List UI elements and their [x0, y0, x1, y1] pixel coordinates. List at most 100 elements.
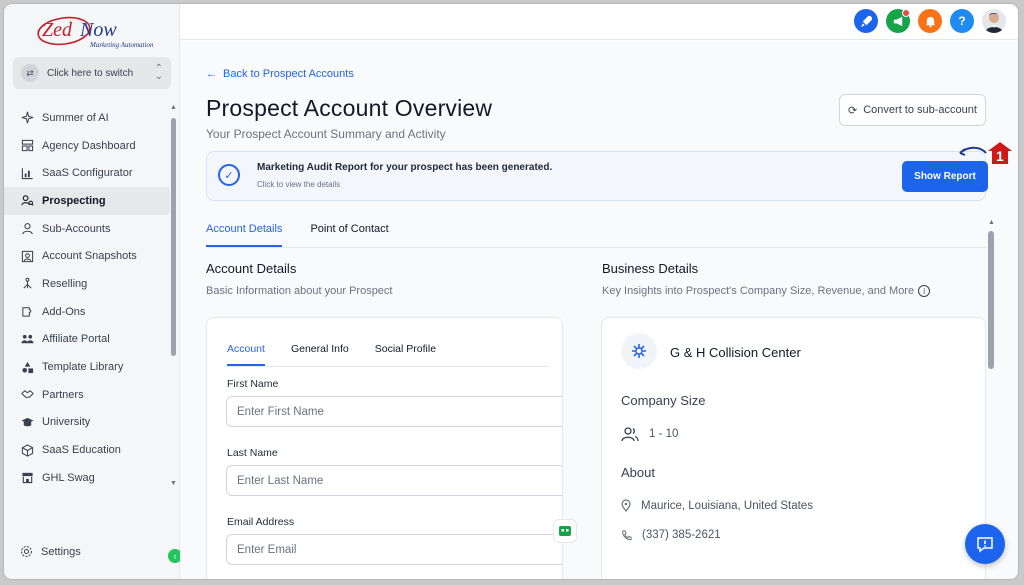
sidebar-item-label: GHL Swag — [42, 471, 95, 484]
arrow-left-icon: ← — [206, 68, 217, 80]
email-field[interactable] — [226, 534, 562, 565]
logo-text-zed: Zed — [42, 19, 73, 41]
reselling-icon — [20, 277, 34, 291]
main-scroll-thumb[interactable] — [988, 231, 994, 369]
settings-label: Settings — [41, 545, 81, 558]
chart-icon — [20, 166, 34, 180]
sidebar-item-label: Sub-Accounts — [42, 222, 111, 235]
business-details-subtitle: Key Insights into Prospect's Company Siz… — [602, 285, 915, 297]
sidebar-item-sub-accounts[interactable]: Sub-Accounts — [4, 215, 170, 243]
map-pin-icon — [621, 499, 631, 512]
sparkle-icon — [20, 111, 34, 125]
convert-to-sub-account-button[interactable]: ⟳ Convert to sub-account — [839, 94, 986, 126]
tab-account[interactable]: Account — [227, 343, 265, 366]
scroll-up-arrow-icon[interactable]: ▲ — [170, 104, 177, 111]
back-link[interactable]: ← Back to Prospect Accounts — [206, 68, 354, 80]
sidebar-item-label: Affiliate Portal — [42, 333, 110, 346]
snapshot-icon — [20, 249, 34, 263]
first-name-field[interactable] — [226, 396, 562, 427]
chat-support-button[interactable] — [965, 524, 1005, 564]
sidebar-item-summer-of-ai[interactable]: Summer of AI — [4, 104, 170, 132]
sidebar-item-template-library[interactable]: Template Library — [4, 353, 170, 381]
users-icon — [621, 427, 639, 442]
sidebar-item-label: Partners — [42, 388, 84, 401]
tab-account-details[interactable]: Account Details — [206, 223, 283, 247]
sidebar-item-label: Reselling — [42, 277, 88, 290]
sidebar-item-ghl-swag[interactable]: GHL Swag — [4, 464, 170, 492]
notifications-button[interactable] — [918, 9, 942, 33]
scroll-up-arrow-icon[interactable]: ▲ — [988, 219, 995, 226]
sidebar-scroll-thumb[interactable] — [171, 118, 176, 356]
sidebar-item-settings[interactable]: Settings — [20, 545, 81, 558]
company-logo-icon — [621, 333, 657, 369]
sidebar-item-agency-dashboard[interactable]: Agency Dashboard — [4, 132, 170, 160]
back-link-label: Back to Prospect Accounts — [223, 68, 354, 80]
sidebar-item-label: Summer of AI — [42, 111, 109, 124]
sidebar-item-university[interactable]: University — [4, 409, 170, 437]
refresh-icon: ⟳ — [848, 104, 858, 117]
company-size-heading: Company Size — [621, 393, 706, 408]
sidebar-item-account-snapshots[interactable]: Account Snapshots — [4, 242, 170, 270]
sidebar-item-saas-education[interactable]: SaaS Education — [4, 436, 170, 464]
first-name-label: First Name — [227, 378, 279, 390]
affiliate-icon — [20, 332, 34, 346]
sidebar-item-prospecting[interactable]: Prospecting — [4, 187, 170, 215]
help-icon: ? — [958, 14, 966, 28]
last-name-field[interactable] — [226, 465, 562, 496]
sidebar-item-reselling[interactable]: Reselling — [4, 270, 170, 298]
user-avatar[interactable] — [982, 9, 1006, 33]
top-header: ? — [180, 4, 1018, 40]
gear-icon — [20, 545, 33, 558]
handshake-icon — [20, 388, 34, 402]
company-size-row: 1 - 10 — [621, 426, 678, 442]
sidebar-item-label: Agency Dashboard — [42, 139, 136, 152]
tab-point-of-contact[interactable]: Point of Contact — [310, 223, 388, 247]
tab-social-profile[interactable]: Social Profile — [375, 343, 436, 366]
rocket-button[interactable] — [854, 9, 878, 33]
brand-logo[interactable]: Zed Now Marketing Automation — [34, 14, 159, 50]
chevron-left-icon: ‹ — [173, 551, 177, 561]
addons-icon — [20, 305, 34, 319]
sidebar-item-saas-configurator[interactable]: SaaS Configurator — [4, 159, 170, 187]
account-details-title: Account Details — [206, 261, 297, 276]
sidebar-scrollbar[interactable]: ▲ ▼ — [170, 104, 177, 489]
sidebar-item-label: Template Library — [42, 361, 124, 374]
logo-tagline: Marketing Automation — [89, 41, 154, 49]
audit-banner-subtitle: Click to view the details — [257, 180, 341, 189]
sidebar-item-add-ons[interactable]: Add-Ons — [4, 298, 170, 326]
location-row: Maurice, Louisiana, United States — [621, 499, 813, 512]
floating-widget-button[interactable] — [553, 519, 577, 543]
sidebar-item-partners[interactable]: Partners — [4, 381, 170, 409]
announcements-button[interactable] — [886, 9, 910, 33]
audit-banner-title: Marketing Audit Report for your prospect… — [257, 162, 553, 173]
sidebar-item-affiliate-portal[interactable]: Affiliate Portal — [4, 326, 170, 354]
account-switcher[interactable]: ⇄ Click here to switch ⌃ ⌄ — [13, 57, 171, 89]
about-heading: About — [621, 465, 655, 480]
account-form-card: Account General Info Social Profile Firs… — [206, 317, 563, 579]
annotation-callout: 1 — [956, 140, 1016, 166]
sidebar-item-label: SaaS Education — [42, 444, 121, 457]
page-title: Prospect Account Overview — [206, 95, 493, 121]
convert-button-label: Convert to sub-account — [863, 104, 977, 116]
store-icon — [20, 471, 34, 485]
scroll-down-arrow-icon[interactable]: ▼ — [170, 480, 177, 487]
company-name: G & H Collision Center — [670, 345, 801, 360]
chat-icon — [977, 537, 993, 553]
account-details-subtitle: Basic Information about your Prospect — [206, 285, 393, 297]
chevron-up-down-icon: ⌃ ⌄ — [154, 63, 163, 82]
account-form-tabs: Account General Info Social Profile — [227, 343, 549, 367]
tab-general-info[interactable]: General Info — [291, 343, 349, 366]
annotation-number: 1 — [996, 148, 1004, 164]
phone-row: (337) 385-2621 — [621, 529, 721, 541]
main-content: ← Back to Prospect Accounts Prospect Acc… — [180, 41, 1018, 579]
sidebar: Zed Now Marketing Automation ⇄ Click her… — [4, 4, 182, 579]
switcher-label: Click here to switch — [47, 67, 134, 79]
info-icon[interactable]: i — [918, 285, 931, 298]
audit-report-banner: ✓ Marketing Audit Report for your prospe… — [206, 151, 988, 201]
sidebar-item-label: SaaS Configurator — [42, 167, 133, 180]
megaphone-icon — [893, 16, 902, 26]
help-button[interactable]: ? — [950, 9, 974, 33]
main-tabs: Account Details Point of Contact — [206, 223, 986, 248]
shapes-icon — [20, 360, 34, 374]
sidebar-item-label: Add-Ons — [42, 305, 86, 318]
